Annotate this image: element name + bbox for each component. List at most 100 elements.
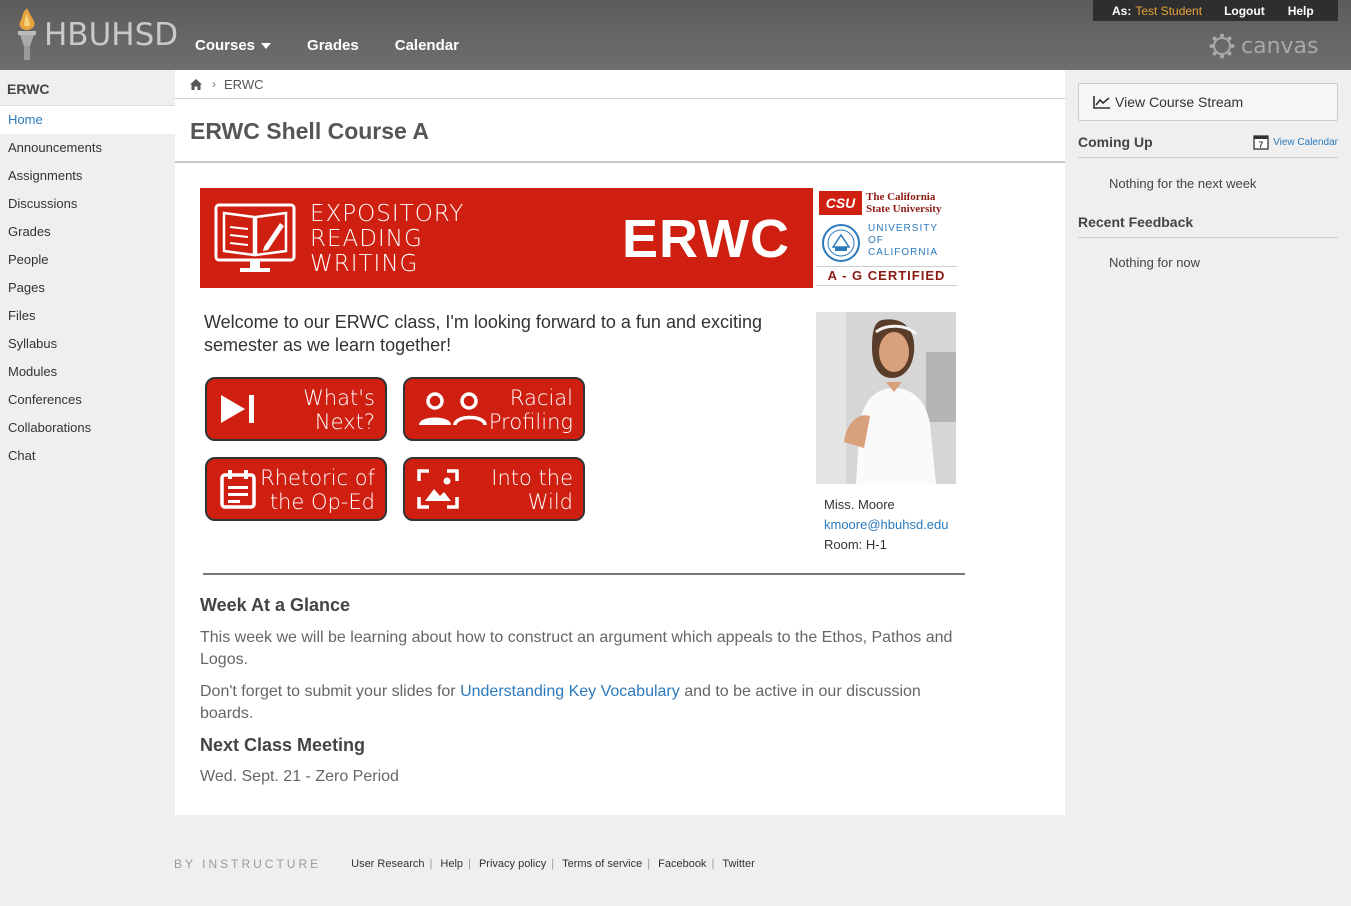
footer-separator: | bbox=[429, 858, 433, 870]
csu-name: The California State University bbox=[866, 191, 941, 215]
footer-link-facebook[interactable]: Facebook bbox=[658, 858, 706, 870]
nav-calendar[interactable]: Calendar bbox=[395, 37, 459, 54]
calendar-icon: 7 bbox=[1253, 135, 1269, 150]
title-divider bbox=[175, 161, 1065, 163]
teacher-name: Miss. Moore bbox=[824, 497, 895, 512]
footer-links: User Research | Help | Privacy policy | Ter… bbox=[347, 858, 759, 870]
week-at-a-glance-heading: Week At a Glance bbox=[200, 595, 351, 615]
breadcrumb-current[interactable]: ERWC bbox=[224, 77, 263, 92]
district-logo[interactable]: HBUHSD bbox=[14, 6, 178, 64]
racial-profiling-line-1: Racial bbox=[509, 386, 573, 410]
logout-link[interactable]: Logout bbox=[1224, 4, 1265, 18]
erwc-banner: EXPOSITORY READING WRITING ERWC bbox=[200, 188, 813, 288]
sidebar-item-chat[interactable]: Chat bbox=[0, 442, 175, 470]
teacher-info: Miss. Moore kmoore@hbuhsd.edu Room: H-1 bbox=[824, 495, 949, 555]
nav-courses-label: Courses bbox=[195, 37, 256, 54]
rhetoric-op-ed-button[interactable]: Rhetoric of the Op-Ed bbox=[205, 457, 387, 521]
teacher-portrait bbox=[816, 312, 956, 484]
footer-separator: | bbox=[647, 858, 651, 870]
certification-logos: CSU The California State University UNIV… bbox=[816, 188, 957, 288]
into-the-wild-line-2: Wild bbox=[527, 490, 573, 514]
footer: BY INSTRUCTURE User Research | Help | Priv… bbox=[174, 857, 759, 871]
view-course-stream-label: View Course Stream bbox=[1115, 94, 1244, 110]
view-calendar-link[interactable]: 7 View Calendar bbox=[1253, 134, 1338, 150]
csu-logo: CSU bbox=[819, 191, 862, 215]
breadcrumb: › ERWC bbox=[175, 70, 1065, 99]
ag-certified-label: A - G CERTIFIED bbox=[816, 266, 957, 286]
right-sidebar: View Course Stream Coming Up 7 View Cale… bbox=[1078, 83, 1338, 270]
uc-name-line-3: CALIFORNIA bbox=[868, 247, 939, 258]
course-nav: ERWC Home Announcements Assignments Disc… bbox=[0, 70, 175, 470]
canvas-icon bbox=[1209, 33, 1235, 59]
uc-name-line-2: OF bbox=[868, 235, 884, 246]
into-the-wild-button[interactable]: Into the Wild bbox=[403, 457, 585, 521]
footer-link-user-research[interactable]: User Research bbox=[351, 858, 424, 870]
next-class-heading: Next Class Meeting bbox=[200, 735, 366, 755]
recent-feedback-empty: Nothing for now bbox=[1109, 255, 1201, 270]
course-name[interactable]: ERWC bbox=[0, 70, 175, 106]
footer-separator: | bbox=[711, 858, 715, 870]
sidebar-item-announcements[interactable]: Announcements bbox=[0, 134, 175, 162]
sidebar-item-grades[interactable]: Grades bbox=[0, 218, 175, 246]
recent-feedback-heading: Recent Feedback bbox=[1078, 214, 1338, 238]
torch-icon bbox=[18, 8, 36, 60]
glance-paragraph: This week we will be learning about how … bbox=[200, 629, 953, 668]
whats-next-line-1: What's bbox=[303, 386, 375, 410]
nav-grades[interactable]: Grades bbox=[307, 37, 359, 54]
sidebar-item-home[interactable]: Home bbox=[0, 106, 175, 134]
footer-link-help[interactable]: Help bbox=[440, 858, 463, 870]
racial-profiling-button[interactable]: Racial Profiling bbox=[403, 377, 585, 441]
welcome-message: Welcome to our ERWC class, I'm looking f… bbox=[204, 312, 763, 355]
sidebar-item-modules[interactable]: Modules bbox=[0, 358, 175, 386]
banner-line-2: READING bbox=[310, 226, 423, 252]
footer-link-terms[interactable]: Terms of service bbox=[562, 858, 642, 870]
sidebar-item-conferences[interactable]: Conferences bbox=[0, 386, 175, 414]
user-name-link[interactable]: Test Student bbox=[1135, 4, 1202, 18]
by-instructure-logo[interactable]: BY INSTRUCTURE bbox=[174, 857, 321, 871]
coming-up-heading: Coming Up 7 View Calendar bbox=[1078, 134, 1338, 158]
teacher-email-link[interactable]: kmoore@hbuhsd.edu bbox=[824, 515, 949, 535]
user-tray: As: Test Student Logout Help bbox=[1093, 0, 1338, 21]
footer-separator: | bbox=[551, 858, 555, 870]
coming-up-label: Coming Up bbox=[1078, 134, 1153, 150]
whats-next-label: What's Next? bbox=[303, 386, 375, 434]
vocabulary-link[interactable]: Understanding Key Vocabulary bbox=[460, 683, 680, 700]
main-content: › ERWC ERWC Shell Course A EXPOSITORY RE… bbox=[175, 70, 1065, 815]
home-icon[interactable] bbox=[190, 78, 202, 90]
whats-next-line-2: Next? bbox=[314, 410, 375, 434]
next-class-text: Wed. Sept. 21 - Zero Period bbox=[200, 768, 399, 785]
into-the-wild-line-1: Into the bbox=[491, 466, 573, 490]
coming-up-empty: Nothing for the next week bbox=[1109, 176, 1257, 191]
rhetoric-op-ed-line-1: Rhetoric of bbox=[260, 466, 375, 490]
nav-courses[interactable]: Courses bbox=[195, 37, 272, 54]
sidebar-item-files[interactable]: Files bbox=[0, 302, 175, 330]
banner-title: ERWC bbox=[622, 209, 791, 269]
uc-name: UNIVERSITY OF CALIFORNIA bbox=[868, 223, 938, 259]
footer-link-twitter[interactable]: Twitter bbox=[722, 858, 754, 870]
help-link[interactable]: Help bbox=[1288, 4, 1314, 18]
sidebar-item-syllabus[interactable]: Syllabus bbox=[0, 330, 175, 358]
sidebar-item-assignments[interactable]: Assignments bbox=[0, 162, 175, 190]
canvas-brand-text: canvas bbox=[1241, 33, 1319, 59]
sidebar-item-people[interactable]: People bbox=[0, 246, 175, 274]
banner-subtitle: EXPOSITORY READING WRITING bbox=[310, 202, 464, 277]
people-icon bbox=[419, 392, 487, 426]
image-icon bbox=[417, 469, 459, 509]
line-chart-icon bbox=[1093, 96, 1110, 109]
skip-next-icon bbox=[221, 395, 254, 423]
sidebar-item-pages[interactable]: Pages bbox=[0, 274, 175, 302]
sidebar-item-collaborations[interactable]: Collaborations bbox=[0, 414, 175, 442]
section-divider bbox=[203, 573, 965, 575]
logo-text: HBUHSD bbox=[44, 17, 179, 53]
reminder-text-before: Don't forget to submit your slides for bbox=[200, 683, 461, 700]
view-course-stream-button[interactable]: View Course Stream bbox=[1078, 83, 1338, 121]
canvas-logo[interactable]: canvas bbox=[1209, 33, 1318, 59]
whats-next-button[interactable]: What's Next? bbox=[205, 377, 387, 441]
rhetoric-op-ed-line-2: the Op-Ed bbox=[269, 490, 375, 514]
footer-link-privacy[interactable]: Privacy policy bbox=[479, 858, 546, 870]
sidebar-item-discussions[interactable]: Discussions bbox=[0, 190, 175, 218]
racial-profiling-line-2: Profiling bbox=[488, 410, 573, 434]
main-nav: Courses Grades Calendar bbox=[195, 37, 495, 54]
uc-name-line-1: UNIVERSITY bbox=[868, 223, 939, 234]
page-title: ERWC Shell Course A bbox=[190, 118, 429, 144]
